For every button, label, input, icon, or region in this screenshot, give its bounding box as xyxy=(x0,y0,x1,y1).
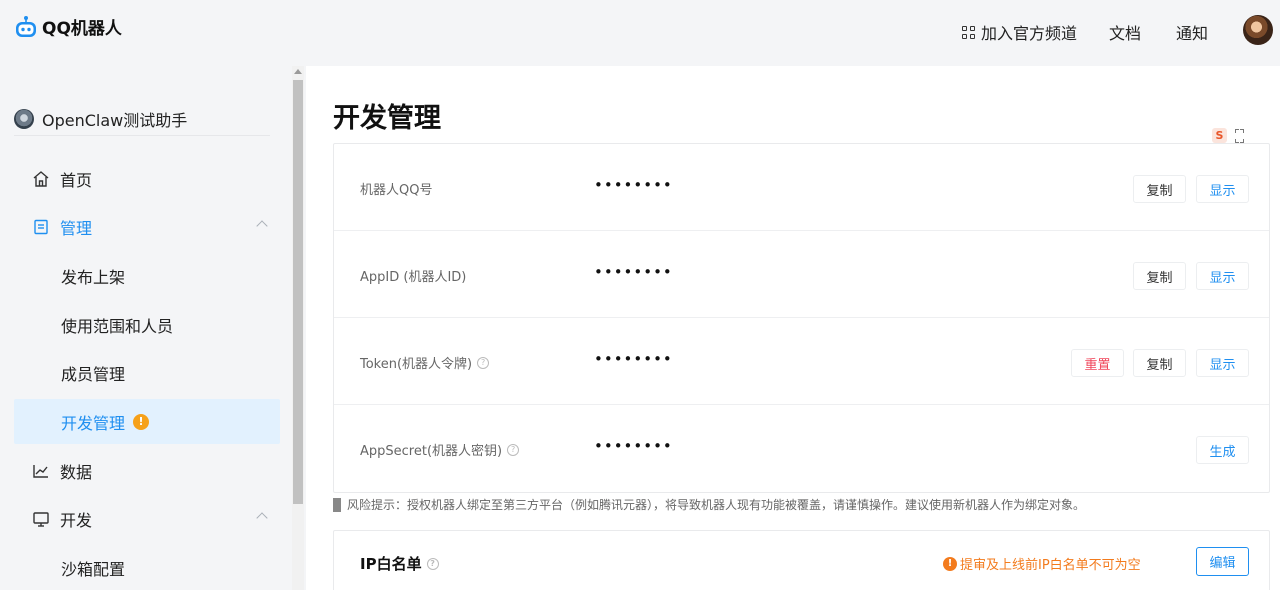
credential-row-token: Token(机器人令牌) ? •••••••• 重置 复制 显示 xyxy=(334,318,1269,405)
chevron-up-icon xyxy=(256,512,268,524)
notifications-link[interactable]: 通知 xyxy=(1176,20,1208,44)
logo-text: QQ机器人 xyxy=(42,19,122,39)
credential-label: 机器人QQ号 xyxy=(360,183,433,198)
edit-button[interactable]: 编辑 xyxy=(1196,547,1249,576)
credential-row-qq-number: 机器人QQ号 •••••••• 复制 显示 xyxy=(334,144,1269,231)
notice-bar-icon xyxy=(333,497,341,512)
warning-icon: ! xyxy=(943,556,957,571)
sidebar: OpenClaw测试助手 首页 管理 发布上架 使用范围和人员 成员管理 开发管… xyxy=(0,66,292,590)
docs-link[interactable]: 文档 xyxy=(1109,20,1141,44)
copy-button[interactable]: 复制 xyxy=(1133,262,1186,290)
user-avatar[interactable] xyxy=(1243,15,1273,45)
robot-logo-icon xyxy=(14,15,38,39)
credential-label: Token(机器人令牌) ? xyxy=(360,353,490,372)
sidebar-item-data[interactable]: 数据 xyxy=(14,448,280,493)
sidebar-item-scope-and-members[interactable]: 使用范围和人员 xyxy=(14,302,280,347)
copy-button[interactable]: 复制 xyxy=(1133,175,1186,203)
help-icon[interactable]: ? xyxy=(477,356,490,369)
help-icon[interactable]: ? xyxy=(426,557,439,570)
join-channel-link[interactable]: 加入官方频道 xyxy=(962,20,1077,44)
bot-name: OpenClaw测试助手 xyxy=(42,110,188,130)
sidebar-item-home[interactable]: 首页 xyxy=(14,156,280,201)
sidebar-item-dev-management[interactable]: 开发管理 ! xyxy=(14,399,280,445)
sidebar-item-label: 沙箱配置 xyxy=(61,560,126,579)
ip-whitelist-panel: IP白名单 ? ! 提审及上线前IP白名单不可为空 编辑 xyxy=(333,530,1270,590)
home-icon xyxy=(32,170,50,188)
sidebar-item-label: 开发管理 xyxy=(61,413,126,433)
sidebar-item-label: 数据 xyxy=(60,462,93,482)
credential-row-appsecret: AppSecret(机器人密钥) ? •••••••• 生成 xyxy=(334,405,1269,492)
sidebar-item-label: 开发 xyxy=(60,511,93,531)
list-icon xyxy=(32,218,50,236)
monitor-icon xyxy=(32,510,50,528)
sidebar-item-label: 管理 xyxy=(60,219,93,239)
warning-badge-icon: ! xyxy=(133,413,150,430)
sidebar-item-label: 发布上架 xyxy=(61,267,126,287)
sidebar-item-label: 使用范围和人员 xyxy=(61,316,174,336)
copy-button[interactable]: 复制 xyxy=(1133,349,1186,377)
page-title: 开发管理 xyxy=(333,103,441,134)
sidebar-item-label: 成员管理 xyxy=(61,365,126,385)
credential-value-masked: •••••••• xyxy=(594,350,673,368)
sidebar-item-member-management[interactable]: 成员管理 xyxy=(14,351,280,396)
sidebar-item-sandbox-config[interactable]: 沙箱配置 xyxy=(14,546,280,590)
credentials-panel: 机器人QQ号 •••••••• 复制 显示 AppID (机器人ID) ••••… xyxy=(333,143,1270,493)
reset-button[interactable]: 重置 xyxy=(1071,349,1124,377)
sidebar-item-develop[interactable]: 开发 xyxy=(14,497,280,542)
chart-icon xyxy=(32,462,50,480)
generate-button[interactable]: 生成 xyxy=(1196,436,1249,464)
sidebar-item-manage[interactable]: 管理 xyxy=(14,205,280,250)
expand-icon[interactable] xyxy=(1235,128,1244,143)
credential-value-masked: •••••••• xyxy=(594,437,673,455)
scrollbar-thumb[interactable] xyxy=(293,80,303,504)
show-button[interactable]: 显示 xyxy=(1196,349,1249,377)
help-icon[interactable]: ? xyxy=(507,443,520,456)
credential-value-masked: •••••••• xyxy=(594,263,673,281)
grid-icon xyxy=(962,25,975,39)
scroll-up-arrow-icon[interactable] xyxy=(294,69,302,74)
ip-whitelist-title: IP白名单 ? xyxy=(360,553,439,574)
bot-selector[interactable]: OpenClaw测试助手 xyxy=(14,102,270,136)
show-button[interactable]: 显示 xyxy=(1196,262,1249,290)
risk-notice-text: 风险提示：授权机器人绑定至第三方平台（例如腾讯元器），将导致机器人现有功能被覆盖… xyxy=(347,498,1086,512)
ip-whitelist-warning: ! 提审及上线前IP白名单不可为空 xyxy=(943,554,1141,573)
floating-tools: S xyxy=(1212,128,1244,143)
main-content: 开发管理 S 机器人QQ号 •••••••• 复制 显示 AppID (机器人I… xyxy=(306,66,1280,590)
bot-avatar xyxy=(14,108,34,129)
s-tool-icon[interactable]: S xyxy=(1212,128,1227,143)
chevron-up-icon xyxy=(256,220,268,232)
credential-label: AppID (机器人ID) xyxy=(360,270,467,285)
sidebar-menu: 首页 管理 发布上架 使用范围和人员 成员管理 开发管理 ! 数据 开发 沙箱配… xyxy=(14,156,280,590)
credential-value-masked: •••••••• xyxy=(594,176,673,194)
show-button[interactable]: 显示 xyxy=(1196,175,1249,203)
sidebar-item-publish[interactable]: 发布上架 xyxy=(14,253,280,298)
qq-bot-logo[interactable]: QQ机器人 xyxy=(14,14,122,39)
sidebar-item-label: 首页 xyxy=(60,170,93,190)
join-channel-label: 加入官方频道 xyxy=(981,24,1078,43)
credential-label: AppSecret(机器人密钥) ? xyxy=(360,440,520,459)
credential-row-appid: AppID (机器人ID) •••••••• 复制 显示 xyxy=(334,231,1269,318)
top-bar: QQ机器人 加入官方频道 文档 通知 xyxy=(0,0,1280,62)
risk-notice: 风险提示：授权机器人绑定至第三方平台（例如腾讯元器），将导致机器人现有功能被覆盖… xyxy=(333,496,1085,513)
